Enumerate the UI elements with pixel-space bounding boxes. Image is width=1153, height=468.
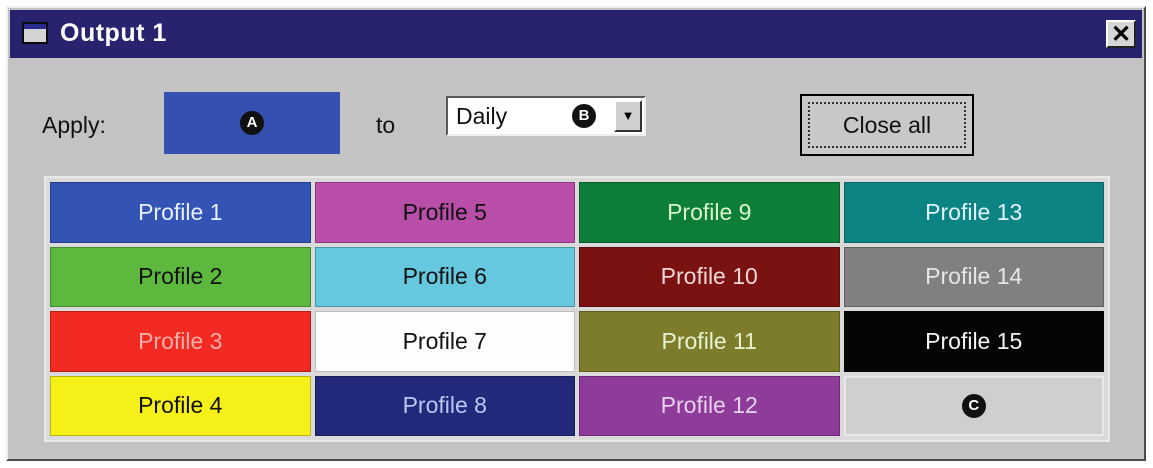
profile-empty-slot[interactable]: C xyxy=(843,375,1104,436)
callout-a-badge: A xyxy=(240,111,264,135)
title-bar[interactable]: Output 1 ✕ xyxy=(10,10,1142,58)
callout-b-badge: B xyxy=(572,104,596,128)
profile-label: Profile 9 xyxy=(667,198,752,225)
profile-label: Profile 12 xyxy=(660,392,758,419)
profile-button-profile-14[interactable]: Profile 14 xyxy=(843,246,1104,307)
profile-label: Profile 1 xyxy=(138,198,223,225)
profile-label: Profile 7 xyxy=(402,327,487,354)
profile-label: Profile 10 xyxy=(660,263,758,290)
profile-button-profile-3[interactable]: Profile 3 xyxy=(50,311,311,372)
profile-button-profile-7[interactable]: Profile 7 xyxy=(314,311,575,372)
profile-label: Profile 4 xyxy=(138,392,223,419)
profile-label: Profile 8 xyxy=(402,392,487,419)
profile-button-profile-6[interactable]: Profile 6 xyxy=(314,246,575,307)
window-icon xyxy=(22,22,48,44)
profile-label: Profile 15 xyxy=(925,327,1023,354)
period-select-value: Daily xyxy=(456,103,508,129)
profile-grid: Profile 1 Profile 5 Profile 9 Profile 13 Pro… xyxy=(44,176,1110,442)
profile-button-profile-10[interactable]: Profile 10 xyxy=(579,246,840,307)
close-icon[interactable]: ✕ xyxy=(1106,20,1136,48)
profile-button-profile-5[interactable]: Profile 5 xyxy=(314,182,575,243)
profile-button-profile-13[interactable]: Profile 13 xyxy=(843,182,1104,243)
profile-button-profile-8[interactable]: Profile 8 xyxy=(314,375,575,436)
profile-button-profile-9[interactable]: Profile 9 xyxy=(579,182,840,243)
profile-label: Profile 3 xyxy=(138,327,223,354)
profile-button-profile-15[interactable]: Profile 15 xyxy=(843,311,1104,372)
apply-color-swatch[interactable]: A xyxy=(164,92,340,154)
period-select[interactable]: Daily B ▼ xyxy=(446,96,646,136)
profile-label: Profile 6 xyxy=(402,263,487,290)
profile-label: Profile 11 xyxy=(661,327,757,354)
close-all-label: Close all xyxy=(808,102,966,148)
to-label: to xyxy=(376,112,396,138)
profile-button-profile-12[interactable]: Profile 12 xyxy=(579,375,840,436)
apply-label: Apply: xyxy=(42,112,106,138)
callout-c-badge: C xyxy=(961,393,986,418)
profile-label: Profile 2 xyxy=(138,263,223,290)
profile-label: Profile 5 xyxy=(402,198,487,225)
output-window: Output 1 ✕ Apply: A to Daily B ▼ Close a… xyxy=(6,6,1146,461)
profile-button-profile-11[interactable]: Profile 11 xyxy=(579,311,840,372)
dropdown-arrow-icon[interactable]: ▼ xyxy=(614,100,642,132)
window-title: Output 1 xyxy=(60,19,167,47)
profile-button-profile-4[interactable]: Profile 4 xyxy=(50,375,311,436)
close-all-button[interactable]: Close all xyxy=(800,94,974,156)
profile-button-profile-2[interactable]: Profile 2 xyxy=(50,246,311,307)
profile-button-profile-1[interactable]: Profile 1 xyxy=(50,182,311,243)
profile-label: Profile 13 xyxy=(925,198,1023,225)
profile-label: Profile 14 xyxy=(925,263,1023,290)
